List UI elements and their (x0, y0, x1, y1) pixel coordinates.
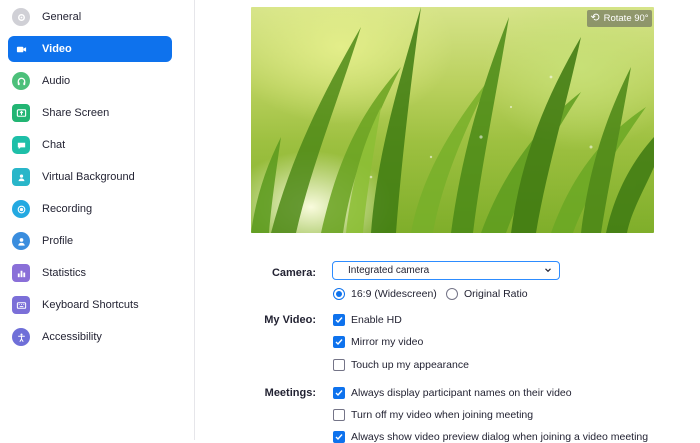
rotate-label: Rotate 90° (603, 13, 649, 24)
sidebar-item-video[interactable]: Video (8, 36, 172, 62)
enable-hd-option[interactable]: Enable HD (333, 314, 402, 326)
turn-off-video-label: Turn off my video when joining meeting (351, 409, 534, 421)
settings-sidebar: General Video Audio Share Screen Chat Vi… (0, 0, 195, 440)
video-preview-dialog-option[interactable]: Always show video preview dialog when jo… (333, 431, 648, 443)
camera-select-value: Integrated camera (348, 265, 430, 276)
sidebar-item-label: Chat (42, 139, 66, 151)
display-names-checkbox[interactable] (333, 387, 345, 399)
ratio-widescreen-option[interactable]: 16:9 (Widescreen) (333, 288, 437, 300)
bar-chart-icon (12, 264, 30, 282)
chat-bubble-icon (12, 136, 30, 154)
display-names-label: Always display participant names on thei… (351, 387, 572, 399)
enable-hd-label: Enable HD (351, 314, 402, 326)
sidebar-item-label: Profile (42, 235, 74, 247)
ratio-widescreen-radio[interactable] (333, 288, 345, 300)
share-screen-icon (12, 104, 30, 122)
mirror-video-option[interactable]: Mirror my video (333, 336, 423, 348)
grass-image (251, 7, 654, 233)
record-icon (12, 200, 30, 218)
sidebar-item-label: Statistics (42, 267, 87, 279)
sidebar-item-label: Accessibility (42, 331, 102, 343)
sidebar-item-label: Virtual Background (42, 171, 135, 183)
mirror-video-checkbox[interactable] (333, 336, 345, 348)
chevron-down-icon (545, 268, 551, 273)
sidebar-item-virtual-background[interactable]: Virtual Background (8, 164, 172, 190)
rotate-icon: ⟲ (590, 12, 600, 24)
video-preview-dialog-checkbox[interactable] (333, 431, 345, 443)
sidebar-item-recording[interactable]: Recording (8, 196, 172, 222)
headphones-icon (12, 72, 30, 90)
my-video-label: My Video: (264, 314, 316, 326)
touch-up-option[interactable]: Touch up my appearance (333, 359, 469, 371)
sidebar-item-label: Recording (42, 203, 93, 215)
display-names-option[interactable]: Always display participant names on thei… (333, 387, 572, 399)
sidebar-item-label: General (42, 11, 82, 23)
sidebar-item-general[interactable]: General (8, 4, 172, 30)
gear-icon (12, 8, 30, 26)
video-preview (251, 7, 654, 233)
sidebar-item-label: Share Screen (42, 107, 110, 119)
ratio-widescreen-label: 16:9 (Widescreen) (351, 288, 437, 300)
sidebar-item-audio[interactable]: Audio (8, 68, 172, 94)
camera-select[interactable]: Integrated camera (332, 261, 560, 280)
keyboard-icon (12, 296, 30, 314)
ratio-original-option[interactable]: Original Ratio (446, 288, 528, 300)
mirror-video-label: Mirror my video (351, 336, 424, 348)
sidebar-item-label: Video (42, 43, 72, 55)
touch-up-checkbox[interactable] (333, 359, 345, 371)
video-camera-icon (12, 40, 30, 58)
video-preview-dialog-label: Always show video preview dialog when jo… (351, 431, 649, 443)
touch-up-label: Touch up my appearance (351, 359, 469, 371)
sidebar-item-statistics[interactable]: Statistics (8, 260, 172, 286)
camera-label: Camera: (271, 267, 316, 279)
sidebar-item-keyboard-shortcuts[interactable]: Keyboard Shortcuts (8, 292, 172, 318)
sidebar-item-accessibility[interactable]: Accessibility (8, 324, 172, 350)
user-icon (12, 232, 30, 250)
person-frame-icon (12, 168, 30, 186)
sidebar-item-label: Keyboard Shortcuts (42, 299, 139, 311)
ratio-original-radio[interactable] (446, 288, 458, 300)
turn-off-video-option[interactable]: Turn off my video when joining meeting (333, 409, 533, 421)
sidebar-item-share-screen[interactable]: Share Screen (8, 100, 172, 126)
ratio-original-label: Original Ratio (464, 288, 528, 300)
accessibility-icon (12, 328, 30, 346)
meetings-label: Meetings: (264, 387, 316, 399)
turn-off-video-checkbox[interactable] (333, 409, 345, 421)
sidebar-item-chat[interactable]: Chat (8, 132, 172, 158)
rotate-90-button[interactable]: ⟲ Rotate 90° (587, 10, 652, 27)
sidebar-item-label: Audio (42, 75, 71, 87)
sidebar-item-profile[interactable]: Profile (8, 228, 172, 254)
enable-hd-checkbox[interactable] (333, 314, 345, 326)
